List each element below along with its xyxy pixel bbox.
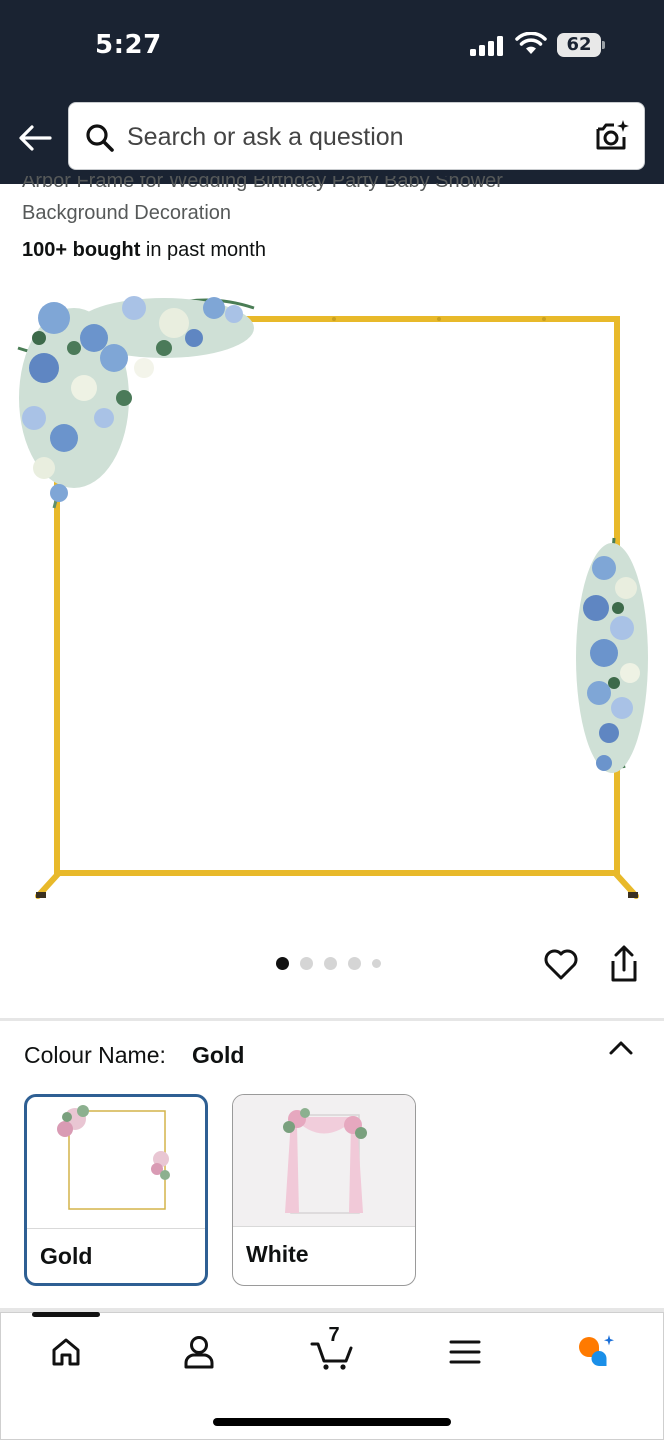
battery-indicator: 62	[557, 33, 605, 57]
chevron-up-icon[interactable]	[606, 1036, 636, 1060]
cart-count: 7	[328, 1324, 340, 1346]
carousel-dot-3[interactable]	[324, 957, 337, 970]
colour-option-gold[interactable]: Gold	[24, 1094, 208, 1286]
carousel-dot-1[interactable]	[276, 957, 289, 970]
menu-icon	[449, 1340, 481, 1364]
section-divider	[0, 1018, 664, 1021]
carousel-dot-4[interactable]	[348, 957, 361, 970]
product-image[interactable]	[14, 278, 654, 908]
image-carousel-dots[interactable]	[276, 957, 381, 970]
search-icon	[86, 124, 114, 152]
bought-count: 100+ bought in past month	[22, 237, 266, 263]
active-tab-indicator	[32, 1312, 100, 1317]
wishlist-heart-icon[interactable]	[542, 945, 580, 983]
nav-home[interactable]	[44, 1330, 88, 1374]
nav-cart[interactable]: 7	[310, 1324, 354, 1374]
colour-name-label: Colour Name:	[24, 1042, 166, 1068]
colour-selected-value: Gold	[192, 1042, 245, 1068]
carousel-dot-2[interactable]	[300, 957, 313, 970]
bought-count-rest: in past month	[140, 239, 266, 261]
search-input[interactable]	[127, 117, 577, 157]
status-time: 5:27	[95, 30, 162, 60]
user-icon	[184, 1336, 214, 1369]
share-icon[interactable]	[606, 944, 642, 984]
colour-option-label: Gold	[40, 1243, 93, 1269]
back-button[interactable]	[16, 120, 54, 156]
battery-level: 62	[566, 34, 592, 55]
rufus-assistant-icon	[579, 1335, 614, 1366]
home-icon	[52, 1338, 80, 1366]
home-indicator	[213, 1418, 451, 1426]
gold-swatch-image	[57, 1105, 170, 1210]
top-bar: 5:27 62	[0, 0, 664, 184]
cellular-signal-icon	[470, 36, 503, 56]
nav-account[interactable]	[177, 1330, 221, 1374]
wifi-icon	[515, 32, 547, 54]
nav-menu[interactable]	[443, 1330, 487, 1374]
carousel-dot-5[interactable]	[372, 959, 381, 968]
bought-count-bold: 100+ bought	[22, 239, 141, 261]
white-swatch-image	[233, 1095, 415, 1226]
flower-arrangement-right	[576, 537, 648, 773]
flower-arrangement-top-left	[17, 296, 255, 509]
camera-search-icon[interactable]	[592, 117, 630, 155]
back-arrow-icon	[19, 125, 52, 151]
colour-option-white[interactable]: White	[232, 1094, 416, 1286]
colour-option-label: White	[246, 1241, 309, 1267]
product-title-line-2: Background Decoration	[22, 202, 232, 224]
nav-rufus[interactable]	[574, 1330, 618, 1374]
product-title-line-1: Arbor Frame for Wedding Birthday Party B…	[22, 176, 503, 192]
search-bar[interactable]	[68, 102, 645, 170]
